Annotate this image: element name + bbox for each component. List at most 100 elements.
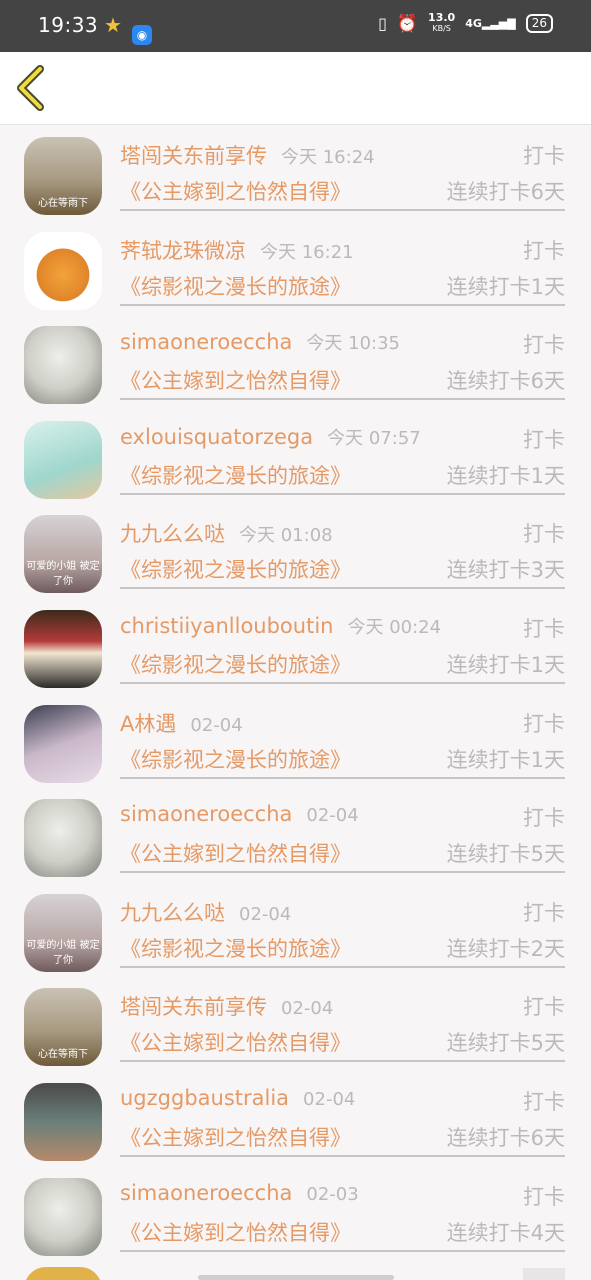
avatar[interactable]: 心在等雨下	[24, 988, 102, 1067]
user-name[interactable]: 塔闯关东前享传 02-04	[120, 991, 333, 1021]
streak-count: 连续打卡1天	[446, 463, 565, 488]
book-title[interactable]: 《综影视之漫长的旅途》	[120, 554, 351, 584]
checkin-tag: 打卡	[523, 1089, 565, 1114]
user-name[interactable]: christiiyanllouboutin 今天 00:24	[120, 613, 441, 639]
user-name[interactable]: 九九么么哒 02-04	[120, 897, 291, 927]
user-name[interactable]: 九九么么哒 今天 01:08	[120, 518, 333, 548]
divider	[120, 587, 565, 590]
user-name-text: 塔闯关东前享传	[120, 144, 267, 168]
avatar[interactable]	[24, 799, 102, 878]
list-item[interactable]: 可爱的小姐 被定了你 九九么么哒 今天 01:08 打卡 《综影视之漫长的旅途》 连续打卡…	[0, 503, 591, 598]
streak-count: 连续打卡5天	[446, 1031, 565, 1056]
checkin-tag: 打卡	[523, 427, 565, 452]
user-name[interactable]: 塔闯关东前享传 今天 16:24	[120, 140, 375, 170]
list-item[interactable]: simaoneroeccha 02-04 打卡 《公主嫁到之怡然自得》 连续打卡5天	[0, 787, 591, 882]
user-name-text: simaoneroeccha	[120, 330, 293, 355]
avatar[interactable]	[24, 1082, 102, 1161]
avatar[interactable]: 可爱的小姐 被定了你	[24, 893, 102, 972]
signal-icon: 4G▂▃▅▇	[465, 17, 516, 30]
checkin-time: 今天 01:08	[239, 525, 333, 547]
streak-count: 连续打卡1天	[446, 747, 565, 772]
checkin-time: 02-04	[306, 805, 359, 827]
user-name-text: ugzggbaustralia	[120, 1085, 290, 1110]
divider	[120, 871, 565, 874]
book-title[interactable]: 《公主嫁到之怡然自得》	[120, 365, 351, 395]
streak-count: 连续打卡4天	[446, 1220, 565, 1245]
streak-count: 连续打卡2天	[446, 936, 565, 961]
divider	[120, 1154, 565, 1157]
book-title[interactable]: 《公主嫁到之怡然自得》	[120, 1217, 351, 1247]
android-app-icon: ◉	[132, 25, 152, 45]
checkin-tag: 打卡	[523, 616, 565, 641]
user-name-text: A林遇	[120, 711, 177, 736]
streak-count: 连续打卡1天	[446, 274, 565, 299]
avatar[interactable]	[24, 231, 102, 310]
streak-count: 连续打卡6天	[446, 1125, 565, 1150]
user-name[interactable]: A林遇 02-04	[120, 708, 243, 738]
list-item[interactable]: A林遇 02-04 打卡《综影视之漫长的旅途》 连续打卡1天	[0, 693, 591, 788]
book-title[interactable]: 《公主嫁到之怡然自得》	[120, 176, 351, 206]
list-item[interactable]: ugzggbaustralia 02-04 打卡《公主嫁到之怡然自得》 连续打卡6天	[0, 1071, 591, 1166]
book-title[interactable]: 《公主嫁到之怡然自得》	[120, 1122, 351, 1152]
streak-count: 连续打卡5天	[446, 842, 565, 867]
avatar[interactable]	[24, 420, 102, 499]
book-title[interactable]: 《公主嫁到之怡然自得》	[120, 1027, 351, 1057]
user-name-text: 荠轼龙珠微凉	[120, 238, 246, 263]
checkin-tag: 打卡	[523, 711, 565, 736]
streak-count: 连续打卡6天	[446, 180, 565, 204]
book-title[interactable]: 《综影视之漫长的旅途》	[120, 649, 351, 679]
alarm-icon: ⏰	[396, 13, 419, 34]
user-name[interactable]: simaoneroeccha 02-04	[120, 802, 359, 826]
list-item[interactable]: simaoneroeccha 02-03 打卡 《公主嫁到之怡然自得》 连续打卡4天	[0, 1166, 591, 1261]
list-item[interactable]: christiiyanllouboutin 今天 00:24 打卡《综影视之漫长的旅…	[0, 598, 591, 693]
user-name[interactable]: simaoneroeccha 今天 10:35	[120, 329, 400, 355]
checkin-time: 今天 07:57	[327, 427, 421, 449]
avatar[interactable]	[24, 1177, 102, 1256]
checkin-list: 心在等雨下 塔闯关东前享传 今天 16:24 打卡 《公主嫁到之怡然自得》 连续打卡6天荠…	[0, 125, 591, 1260]
partial-tag	[523, 1268, 565, 1280]
status-bar: 19:33 ★ ◉ ▯ ⏰ 13.0 KB/S 4G▂▃▅▇ 26	[0, 0, 591, 52]
list-item[interactable]: 心在等雨下 塔闯关东前享传 今天 16:24 打卡 《公主嫁到之怡然自得》 连续打卡6天	[0, 125, 591, 220]
avatar-caption: 心在等雨下	[38, 198, 88, 209]
book-title[interactable]: 《综影视之漫长的旅途》	[120, 933, 351, 963]
list-item[interactable]: 可爱的小姐 被定了你 九九么么哒 02-04 打卡 《综影视之漫长的旅途》 连续打卡2天	[0, 882, 591, 977]
user-name[interactable]: 荠轼龙珠微凉 今天 16:21	[120, 235, 354, 265]
user-name-text: 九九么么哒	[120, 522, 225, 547]
user-name[interactable]: exlouisquatorzega 今天 07:57	[120, 424, 421, 450]
divider	[120, 209, 565, 211]
nav-bar	[0, 52, 591, 125]
checkin-time: 02-03	[306, 1183, 359, 1205]
checkin-time: 今天 16:21	[260, 241, 354, 263]
book-title[interactable]: 《公主嫁到之怡然自得》	[120, 838, 351, 868]
avatar[interactable]	[24, 326, 102, 405]
status-icons: ▯ ⏰ 13.0 KB/S 4G▂▃▅▇ 26	[378, 12, 553, 34]
book-title[interactable]: 《综影视之漫长的旅途》	[120, 460, 351, 490]
user-name[interactable]: simaoneroeccha 02-03	[120, 1181, 359, 1205]
back-button[interactable]	[12, 64, 52, 112]
checkin-time: 今天 00:24	[347, 616, 442, 638]
avatar[interactable]: 心在等雨下	[24, 137, 102, 215]
star-icon: ★	[104, 13, 122, 37]
divider	[120, 776, 565, 779]
checkin-tag: 打卡	[523, 333, 565, 358]
divider	[120, 965, 565, 968]
avatar[interactable]: 可爱的小姐 被定了你	[24, 515, 102, 594]
avatar[interactable]	[24, 609, 102, 688]
checkin-time: 02-04	[239, 903, 292, 925]
book-title[interactable]: 《综影视之漫长的旅途》	[120, 271, 351, 301]
divider	[120, 1060, 565, 1063]
list-item[interactable]: exlouisquatorzega 今天 07:57 打卡《综影视之漫长的旅途》 连续…	[0, 409, 591, 504]
checkin-time: 02-04	[190, 714, 243, 736]
list-item[interactable]: 心在等雨下 塔闯关东前享传 02-04 打卡《公主嫁到之怡然自得》 连续打卡5天	[0, 976, 591, 1071]
battery-level: 26	[531, 16, 547, 30]
avatar[interactable]	[24, 704, 102, 783]
book-title[interactable]: 《综影视之漫长的旅途》	[120, 744, 351, 774]
list-item[interactable]: simaoneroeccha 今天 10:35 打卡 《公主嫁到之怡然自得》 连续打卡6…	[0, 314, 591, 409]
streak-count: 连续打卡1天	[446, 652, 565, 677]
list-item[interactable]: 荠轼龙珠微凉 今天 16:21 打卡 《综影视之漫长的旅途》 连续打卡1天	[0, 220, 591, 315]
divider	[120, 303, 565, 306]
user-name[interactable]: ugzggbaustralia 02-04	[120, 1086, 355, 1110]
checkin-tag: 打卡	[523, 995, 565, 1020]
battery-icon: 26	[525, 14, 553, 33]
user-name-text: simaoneroeccha	[120, 1180, 293, 1205]
